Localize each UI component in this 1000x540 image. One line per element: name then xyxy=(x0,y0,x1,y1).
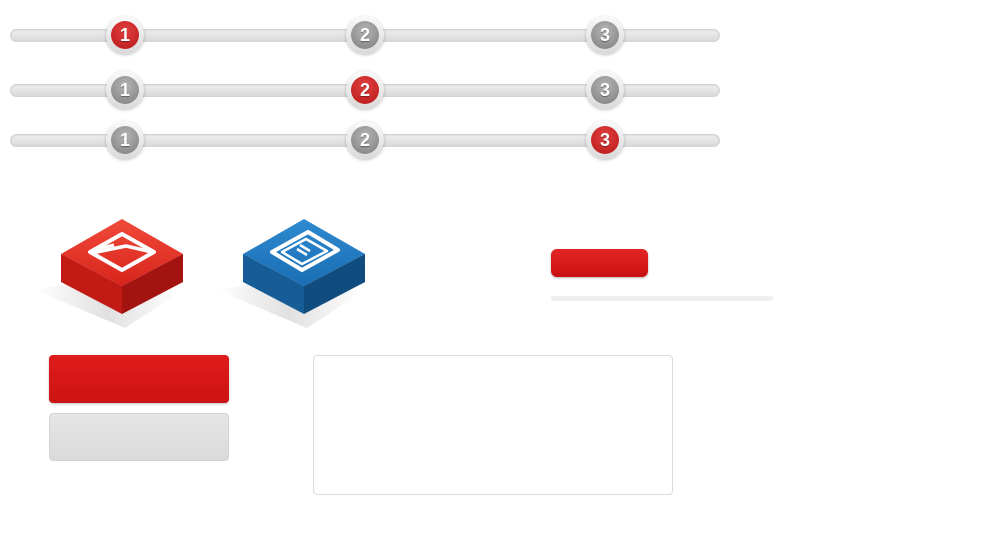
step-3[interactable]: 3 xyxy=(586,121,624,159)
step-number: 1 xyxy=(111,126,139,154)
step-number: 3 xyxy=(591,126,619,154)
step-3[interactable]: 3 xyxy=(586,16,624,54)
step-number: 2 xyxy=(351,21,379,49)
step-number: 1 xyxy=(111,21,139,49)
step-2[interactable]: 2 xyxy=(346,121,384,159)
step-2[interactable]: 2 xyxy=(346,16,384,54)
secondary-button[interactable] xyxy=(49,413,229,461)
stepper-3: 1 2 3 xyxy=(10,121,720,161)
step-2[interactable]: 2 xyxy=(346,71,384,109)
stepper-2: 1 2 3 xyxy=(10,71,720,111)
step-number: 1 xyxy=(111,76,139,104)
email-tile[interactable] xyxy=(30,212,200,332)
step-number: 2 xyxy=(351,126,379,154)
step-number: 3 xyxy=(591,76,619,104)
stepper-1: 1 2 3 xyxy=(10,16,720,56)
step-1[interactable]: 1 xyxy=(106,16,144,54)
step-number: 2 xyxy=(351,76,379,104)
step-3[interactable]: 3 xyxy=(586,71,624,109)
mobile-tile[interactable] xyxy=(212,212,382,332)
content-panel xyxy=(313,355,673,495)
primary-button[interactable] xyxy=(49,355,229,403)
step-1[interactable]: 1 xyxy=(106,121,144,159)
step-1[interactable]: 1 xyxy=(106,71,144,109)
primary-button-small[interactable] xyxy=(551,249,648,277)
divider-bar xyxy=(551,296,773,301)
step-number: 3 xyxy=(591,21,619,49)
